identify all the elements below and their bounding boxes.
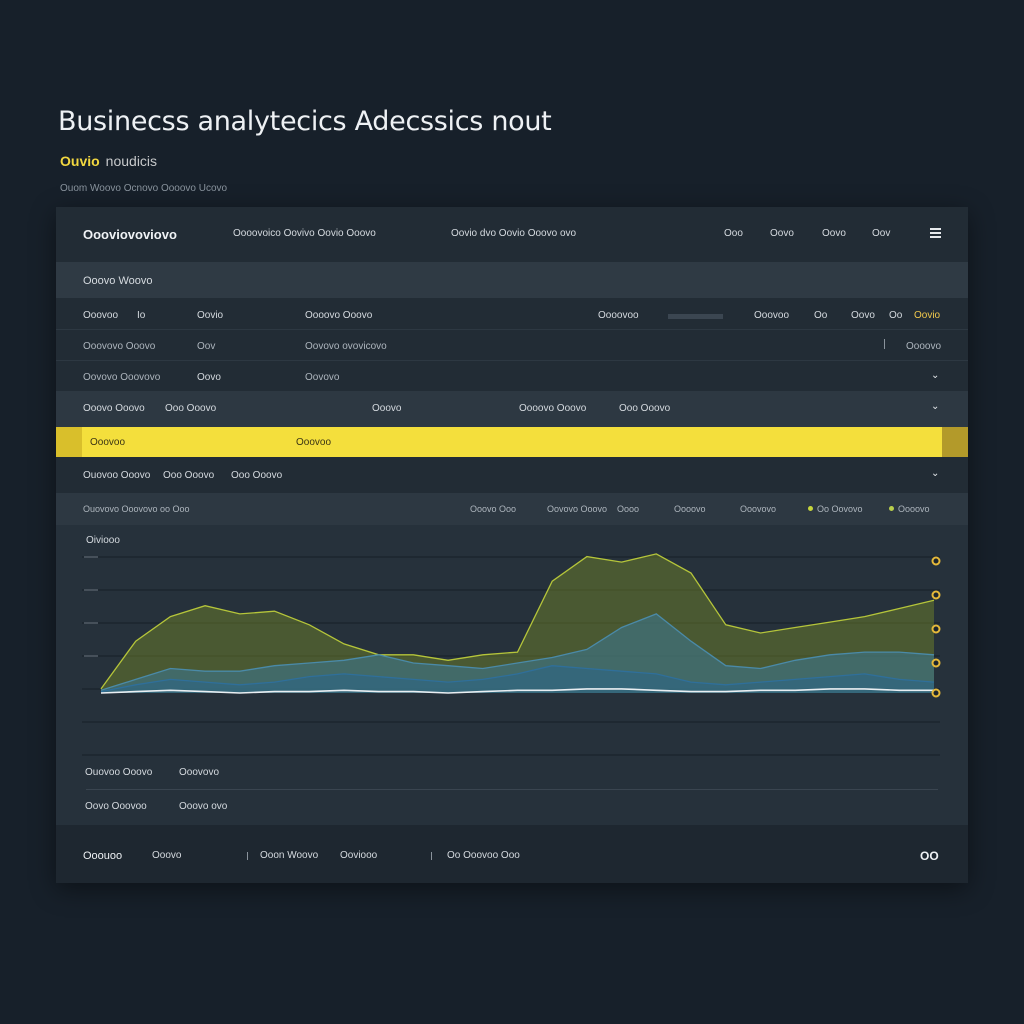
footer-link[interactable]: Oo Ooovoo Ooo: [447, 850, 520, 861]
dropdown-2[interactable]: Ooo Ooovo: [163, 470, 214, 481]
cell: Oov: [197, 341, 216, 352]
divider: [86, 789, 938, 790]
footer-label: Ooovo: [152, 850, 182, 861]
chart-legend-row: Ouovovo Ooovovo oo Ooo Ooovo Ooo Oovovo …: [56, 493, 968, 525]
divider: [884, 339, 885, 349]
dropdown-row: Ouovoo Ooovo Ooo Ooovo Ooo Ooovo ⌄: [56, 457, 968, 493]
series-end-marker[interactable]: [931, 658, 941, 668]
row-accent-right: [942, 427, 968, 457]
cell: Oovovo ovovicovo: [305, 341, 387, 352]
legend-item[interactable]: Oooo: [617, 504, 639, 514]
nav-link-1[interactable]: Oooovoico Oovivo Oovio Ooovo: [233, 228, 376, 239]
cell: Oovo: [197, 372, 221, 383]
series-end-marker[interactable]: [931, 590, 941, 600]
header-item-2[interactable]: Oovo: [770, 228, 794, 239]
footer-link[interactable]: Ooviooo: [340, 850, 377, 861]
footer-value: OO: [920, 849, 939, 863]
summary-label: Oovo Ooovoo: [85, 801, 147, 812]
chevron-down-icon[interactable]: ⌄: [931, 401, 939, 412]
filter-5[interactable]: Ooo Ooovo: [619, 403, 670, 414]
summary-value: Ooovovo: [179, 767, 220, 778]
cell: Ooovoo: [754, 310, 790, 321]
legend-item[interactable]: Oooovo: [674, 504, 706, 514]
legend-dot-icon: [889, 506, 894, 511]
dashboard-panel: Oooviovoviovo Oooovoico Oovivo Oovio Ooo…: [56, 207, 968, 883]
summary-rows: Ouovoo Ooovo Ooovovo Oovo Ooovoo Ooovo o…: [56, 747, 968, 825]
page-title: Businecss analytecics Adecssics nout: [58, 106, 552, 137]
header-item-4[interactable]: Oov: [872, 228, 890, 239]
selected-row-value: Ooovoo: [296, 437, 332, 448]
menu-icon[interactable]: [930, 228, 941, 238]
divider: [247, 852, 248, 860]
chevron-down-icon[interactable]: ⌄: [931, 370, 939, 381]
series-end-marker[interactable]: [931, 556, 941, 566]
cell: Ooovoo: [83, 310, 119, 321]
panel-header: Oooviovoviovo Oooovoico Oovivo Oovio Ooo…: [56, 207, 968, 262]
chevron-down-icon[interactable]: ⌄: [931, 468, 939, 479]
series-end-marker[interactable]: [931, 624, 941, 634]
filter-1[interactable]: Ooovo Ooovo: [83, 403, 145, 414]
header-item-3[interactable]: Oovo: [822, 228, 846, 239]
cell: Oovovo: [305, 372, 340, 383]
footer-link[interactable]: Ooon Woovo: [260, 850, 318, 861]
filter-row: Ooovo Ooovo Ooo Ooovo Ooovo Oooovo Ooovo…: [56, 391, 968, 427]
panel-footer: Ooouoo Ooovo Ooon Woovo Ooviooo Oo Ooovo…: [56, 825, 968, 883]
legend-series-2[interactable]: Oooovo: [889, 504, 930, 514]
cell-highlight: Oovio: [914, 310, 941, 321]
summary-label: Ouovoo Ooovo: [85, 767, 153, 778]
summary-value: Ooovo ovo: [179, 801, 228, 812]
filter-4[interactable]: Oooovo Ooovo: [519, 403, 586, 414]
legend-series-1[interactable]: Oo Oovovo: [808, 504, 863, 514]
progress-bar: [668, 314, 723, 319]
cell: Io: [137, 310, 146, 321]
data-table: Ooovoo Io Oovio Oooovo Ooovo Oooovoo Ooo…: [56, 298, 968, 391]
subtitle-accent: Ouvio: [60, 153, 100, 169]
legend-caption: Ouovovo Ooovovo oo Ooo: [83, 504, 190, 514]
dropdown-1[interactable]: Ouovoo Ooovo: [83, 470, 150, 481]
selected-row-label: Ooovoo: [90, 437, 126, 448]
cell: Oovio: [197, 310, 224, 321]
cell: Oo: [814, 310, 828, 321]
cell: Oooovo: [906, 341, 942, 352]
brand-label: Oooviovoviovo: [83, 227, 177, 242]
legend-item[interactable]: Ooovovo: [740, 504, 776, 514]
row-accent-left: [56, 427, 82, 457]
footer-label: Ooouoo: [83, 850, 123, 862]
legend-dot-icon: [808, 506, 813, 511]
header-item-1[interactable]: Ooo: [724, 228, 743, 239]
cell: Oo: [889, 310, 903, 321]
section-bar: Ooovo Woovo: [56, 262, 968, 298]
legend-item[interactable]: Oovovo Ooovo: [547, 504, 607, 514]
page-meta: Ouom Woovo Ocnovo Oooovo Ucovo: [60, 183, 228, 194]
cell: Oooovo Ooovo: [305, 310, 373, 321]
cell: Oooovoo: [598, 310, 639, 321]
series-end-marker[interactable]: [931, 688, 941, 698]
cell: Ooovovo Ooovo: [83, 341, 156, 352]
divider: [431, 852, 432, 860]
filter-3[interactable]: Ooovo: [372, 403, 401, 414]
legend-item[interactable]: Ooovo Ooo: [470, 504, 516, 514]
nav-link-2[interactable]: Oovio dvo Oovio Ooovo ovo: [451, 228, 576, 239]
filter-2[interactable]: Ooo Ooovo: [165, 403, 216, 414]
section-title: Ooovo Woovo: [83, 275, 153, 287]
subtitle-text: noudicis: [105, 153, 158, 169]
page-subtitle: Ouvio noudicis: [60, 153, 157, 169]
cell: Oovo: [851, 310, 875, 321]
dropdown-3[interactable]: Ooo Ooovo: [231, 470, 282, 481]
selected-row[interactable]: Ooovoo Ooovoo: [56, 427, 968, 457]
cell: Oovovo Ooovovo: [83, 372, 161, 383]
